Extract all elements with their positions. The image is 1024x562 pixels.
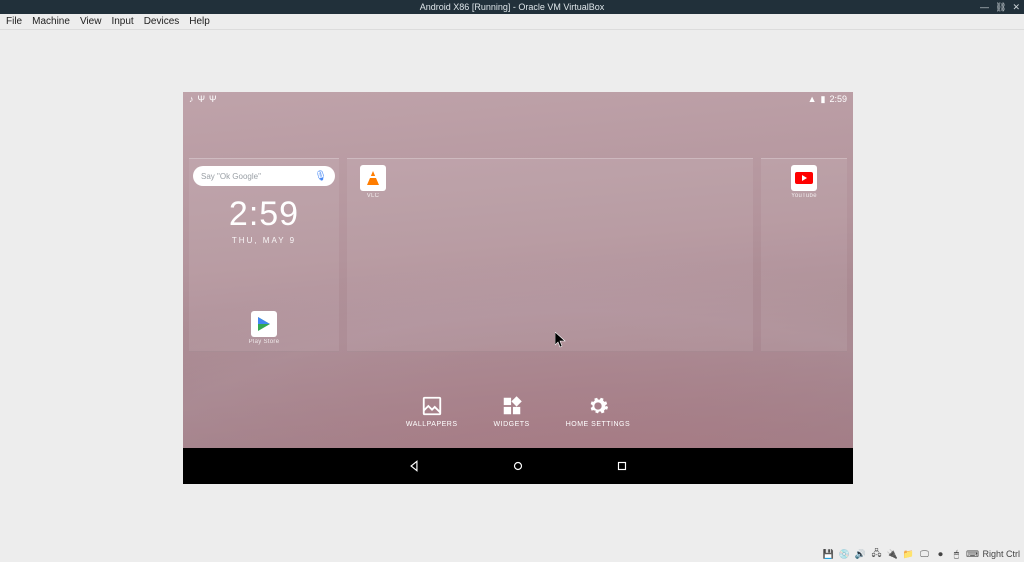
app-label: YouTube: [788, 193, 820, 199]
rec-icon[interactable]: ⏺: [934, 548, 946, 560]
android-navbar: [183, 448, 853, 484]
cursor-icon: [555, 332, 567, 351]
mouse-icon[interactable]: 🖱: [950, 548, 962, 560]
usb-icon[interactable]: 🔌: [886, 548, 898, 560]
mic-icon[interactable]: 🎙: [314, 171, 327, 182]
hdd-icon[interactable]: 💾: [822, 548, 834, 560]
nav-back[interactable]: [407, 459, 421, 473]
android-status-bar[interactable]: ♪ Ψ Ψ ▲ ▮ 2:59: [183, 92, 853, 106]
usb-icon: Ψ: [198, 94, 206, 104]
display-icon[interactable]: 🖵: [918, 548, 930, 560]
app-vlc[interactable]: VLC: [357, 165, 389, 199]
nav-home[interactable]: [511, 459, 525, 473]
launcher-options: WALLPAPERS WIDGETS HOME SETTINGS: [183, 395, 853, 428]
usb-icon: Ψ: [209, 94, 217, 104]
vb-window-title: Android X86 [Running] - Oracle VM Virtua…: [0, 2, 1024, 12]
home-panel-center[interactable]: VLC: [347, 158, 753, 352]
app-label: Play Store: [248, 339, 280, 345]
clock-date: THU, MAY 9: [189, 236, 339, 245]
vb-status-bar: 💾 💿 🔊 🖧 🔌 📁 🖵 ⏺ 🖱 ⌨ Right Ctrl: [818, 546, 1024, 562]
wifi-icon: ▲: [808, 94, 817, 104]
music-icon: ♪: [189, 94, 194, 104]
status-time: 2:59: [829, 94, 847, 104]
close-button[interactable]: ✕: [1012, 2, 1020, 13]
guest-display[interactable]: ♪ Ψ Ψ ▲ ▮ 2:59 Say "Ok Google" 🎙 2:59 TH…: [183, 92, 853, 484]
clock-widget[interactable]: 2:59 THU, MAY 9: [189, 195, 339, 245]
audio-icon[interactable]: 🔊: [854, 548, 866, 560]
host-key-label: Right Ctrl: [982, 549, 1020, 559]
gear-icon: [587, 395, 609, 417]
option-label: HOME SETTINGS: [566, 421, 630, 428]
net-icon[interactable]: 🖧: [870, 548, 882, 560]
option-widgets[interactable]: WIDGETS: [494, 395, 530, 428]
option-label: WALLPAPERS: [406, 421, 458, 428]
widgets-icon: [501, 395, 523, 417]
search-placeholder: Say "Ok Google": [201, 172, 261, 181]
home-panel-right[interactable]: YouTube: [761, 158, 847, 352]
search-bar[interactable]: Say "Ok Google" 🎙: [193, 166, 335, 186]
menu-view[interactable]: View: [80, 16, 102, 27]
vb-titlebar[interactable]: Android X86 [Running] - Oracle VM Virtua…: [0, 0, 1024, 14]
menu-help[interactable]: Help: [189, 16, 210, 27]
menu-machine[interactable]: Machine: [32, 16, 70, 27]
playstore-icon: [251, 311, 277, 337]
app-playstore[interactable]: Play Store: [248, 311, 280, 345]
option-home-settings[interactable]: HOME SETTINGS: [566, 395, 630, 428]
clock-time: 2:59: [189, 195, 339, 234]
option-wallpapers[interactable]: WALLPAPERS: [406, 395, 458, 428]
wallpapers-icon: [421, 395, 443, 417]
detach-button[interactable]: ⛓: [995, 2, 1006, 13]
vb-menubar: File Machine View Input Devices Help: [0, 14, 1024, 30]
app-label: VLC: [357, 193, 389, 199]
status-right: ▲ ▮ 2:59: [808, 94, 847, 105]
menu-devices[interactable]: Devices: [144, 16, 180, 27]
menu-input[interactable]: Input: [111, 16, 133, 27]
home-panel-left[interactable]: Say "Ok Google" 🎙 2:59 THU, MAY 9 Play S…: [189, 158, 339, 352]
menu-file[interactable]: File: [6, 16, 22, 27]
app-youtube[interactable]: YouTube: [788, 165, 820, 199]
vlc-icon: [360, 165, 386, 191]
battery-icon: ▮: [821, 94, 826, 105]
kb-icon[interactable]: ⌨: [966, 548, 978, 560]
home-panels: Say "Ok Google" 🎙 2:59 THU, MAY 9 Play S…: [183, 158, 853, 352]
status-left: ♪ Ψ Ψ: [189, 94, 217, 104]
minimize-button[interactable]: —: [980, 2, 989, 13]
nav-recent[interactable]: [615, 459, 629, 473]
shared-icon[interactable]: 📁: [902, 548, 914, 560]
window-controls: — ⛓ ✕: [980, 2, 1020, 13]
option-label: WIDGETS: [494, 421, 530, 428]
disc-icon[interactable]: 💿: [838, 548, 850, 560]
youtube-icon: [791, 165, 817, 191]
